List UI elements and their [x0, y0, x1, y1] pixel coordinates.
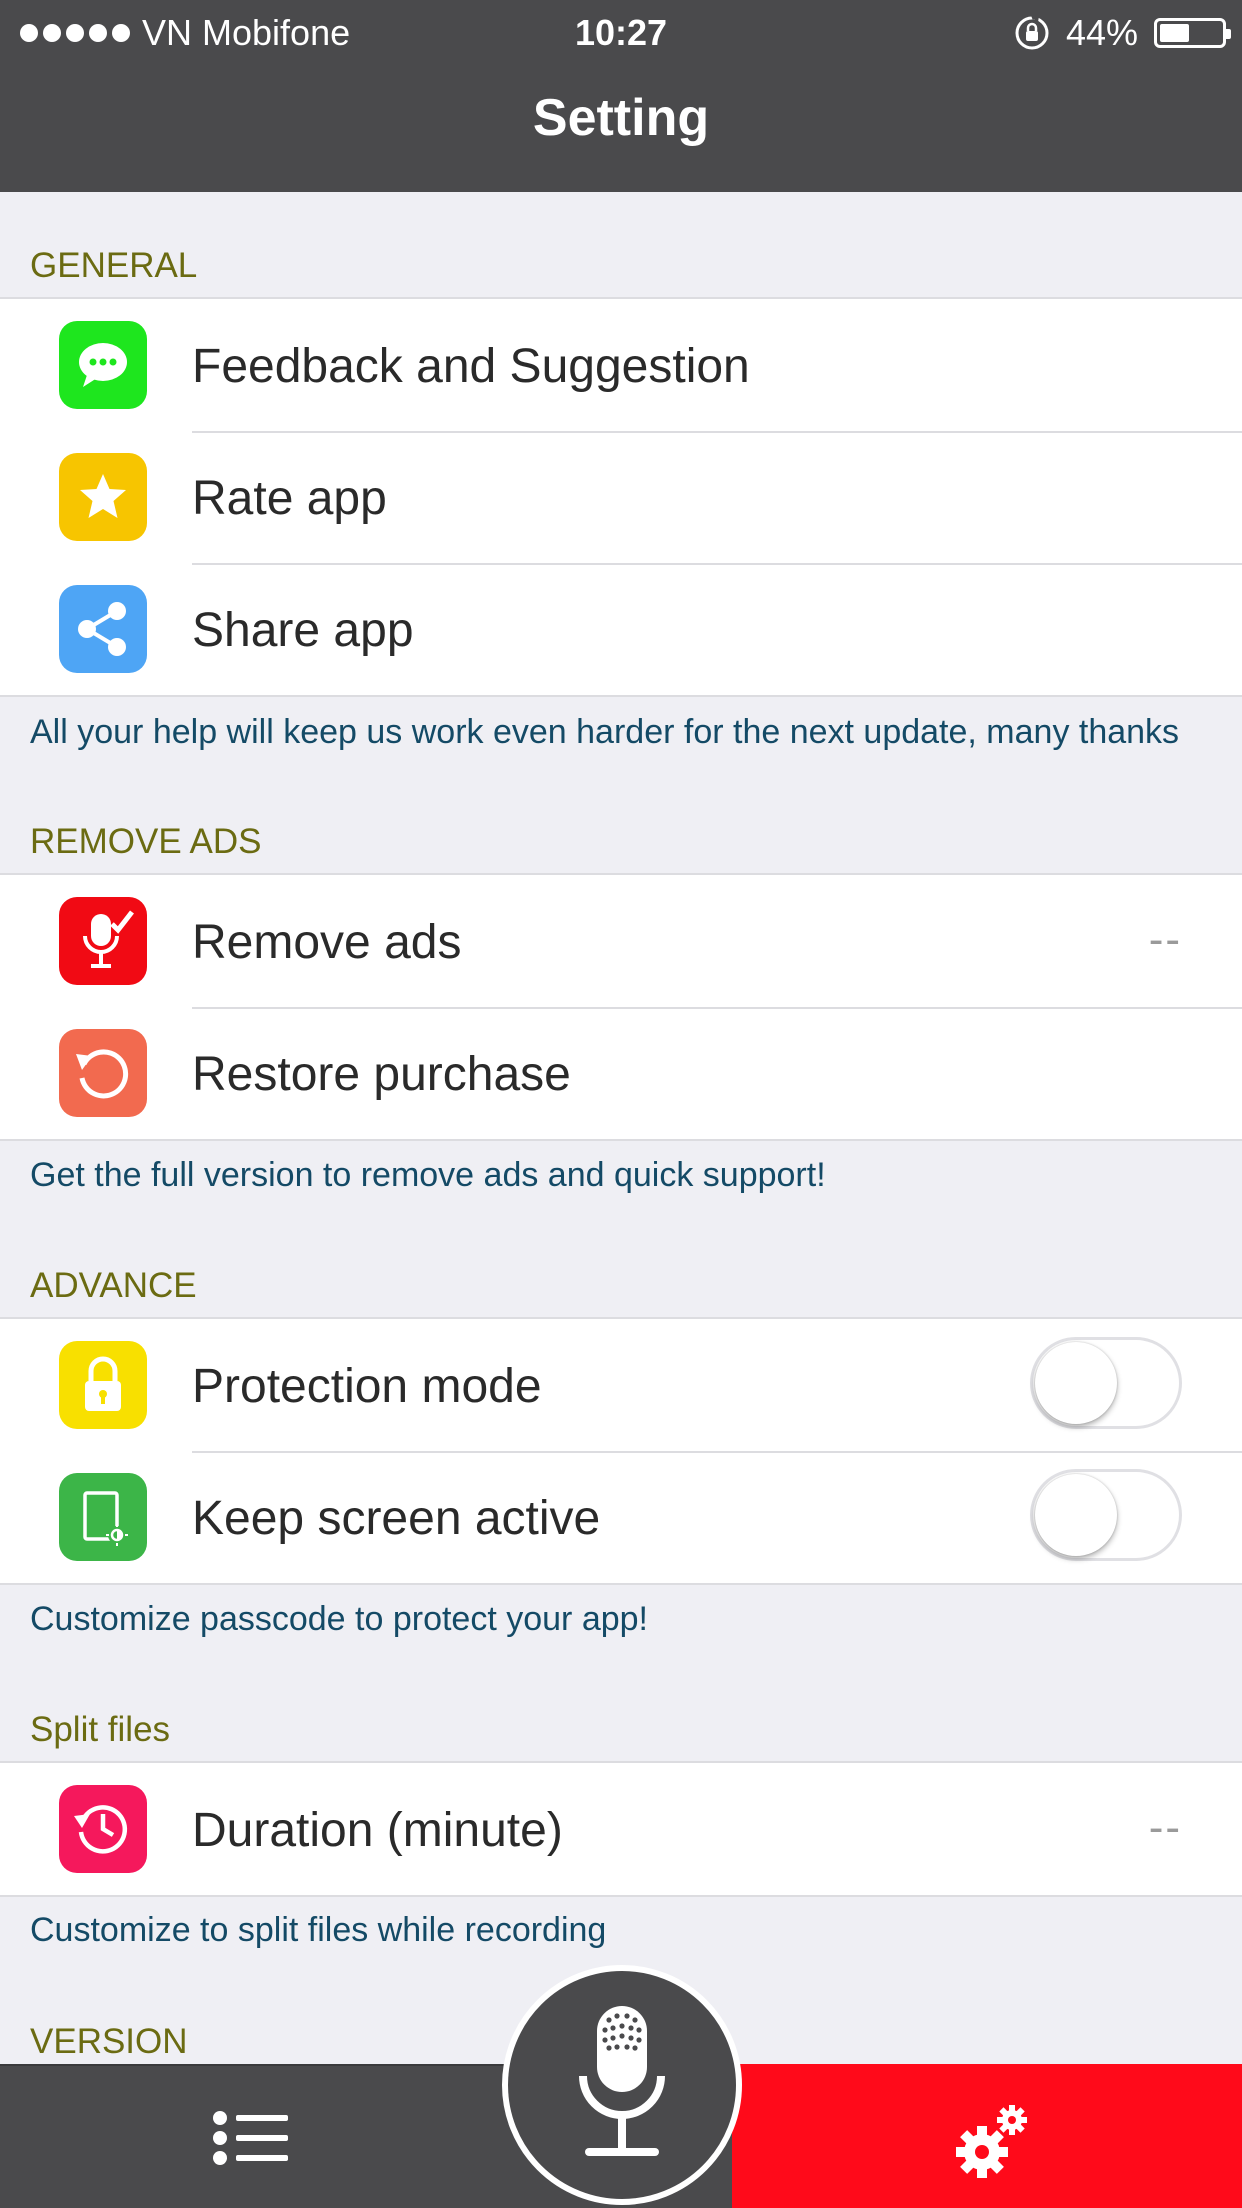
duration-row[interactable]: Duration (minute) --: [0, 1763, 1242, 1895]
top-bar: VN Mobifone 10:27 44% Setting: [0, 0, 1242, 192]
keep-screen-active-toggle[interactable]: [1030, 1469, 1182, 1561]
group-general: Feedback and Suggestion Rate app Share a…: [0, 297, 1242, 697]
screen-brightness-icon: [59, 1473, 147, 1561]
battery-percent: 44%: [1065, 12, 1138, 53]
microphone-icon: [579, 2006, 665, 2156]
restore-purchase-row[interactable]: Restore purchase: [0, 1007, 1242, 1139]
advance-footer: Customize passcode to protect your app!: [30, 1600, 648, 1638]
share-app-row[interactable]: Share app: [0, 563, 1242, 695]
duration-label: Duration (minute): [192, 1804, 563, 1857]
list-icon[interactable]: [212, 2110, 288, 2166]
timer-history-icon: [59, 1785, 147, 1873]
remove-ads-label: Remove ads: [192, 916, 462, 969]
share-app-label: Share app: [192, 604, 414, 657]
battery-icon: [1154, 18, 1231, 48]
split-files-footer: Customize to split files while recording: [30, 1911, 607, 1949]
mic-check-icon: [59, 897, 147, 985]
rate-app-label: Rate app: [192, 472, 387, 525]
star-icon: [59, 453, 147, 541]
protection-mode-label: Protection mode: [192, 1360, 542, 1413]
status-right: 44%: [1014, 12, 1231, 54]
section-header-advance: ADVANCE: [30, 1266, 197, 1305]
settings-gears-icon[interactable]: [950, 2100, 1034, 2184]
feedback-label: Feedback and Suggestion: [192, 340, 750, 393]
general-footer: All your help will keep us work even har…: [30, 713, 1180, 751]
remove-ads-row[interactable]: Remove ads --: [0, 875, 1242, 1007]
rotation-lock-icon: [1015, 15, 1049, 50]
section-header-split-files: Split files: [30, 1710, 171, 1749]
remove-ads-value: --: [1148, 915, 1182, 964]
section-header-version: VERSION: [30, 2022, 188, 2061]
page-title: Setting: [532, 89, 710, 147]
restore-icon: [59, 1029, 147, 1117]
share-icon: [59, 585, 147, 673]
section-header-general: GENERAL: [30, 246, 198, 285]
restore-purchase-label: Restore purchase: [192, 1048, 571, 1101]
message-bubble-icon: [59, 321, 147, 409]
protection-mode-toggle[interactable]: [1030, 1337, 1182, 1429]
group-advance: Protection mode Keep screen active: [0, 1317, 1242, 1585]
group-remove-ads: Remove ads -- Restore purchase: [0, 873, 1242, 1141]
rate-app-row[interactable]: Rate app: [0, 431, 1242, 563]
record-button[interactable]: [502, 1965, 742, 2205]
keep-screen-active-row: Keep screen active: [0, 1451, 1242, 1583]
section-header-remove-ads: REMOVE ADS: [30, 822, 262, 861]
remove-ads-footer: Get the full version to remove ads and q…: [30, 1156, 826, 1194]
keep-screen-active-label: Keep screen active: [192, 1492, 601, 1545]
lock-icon: [59, 1341, 147, 1429]
group-split-files: Duration (minute) --: [0, 1761, 1242, 1897]
protection-mode-row: Protection mode: [0, 1319, 1242, 1451]
duration-value: --: [1148, 1803, 1182, 1852]
feedback-row[interactable]: Feedback and Suggestion: [0, 299, 1242, 431]
status-bar: VN Mobifone 10:27 44%: [0, 0, 1242, 62]
